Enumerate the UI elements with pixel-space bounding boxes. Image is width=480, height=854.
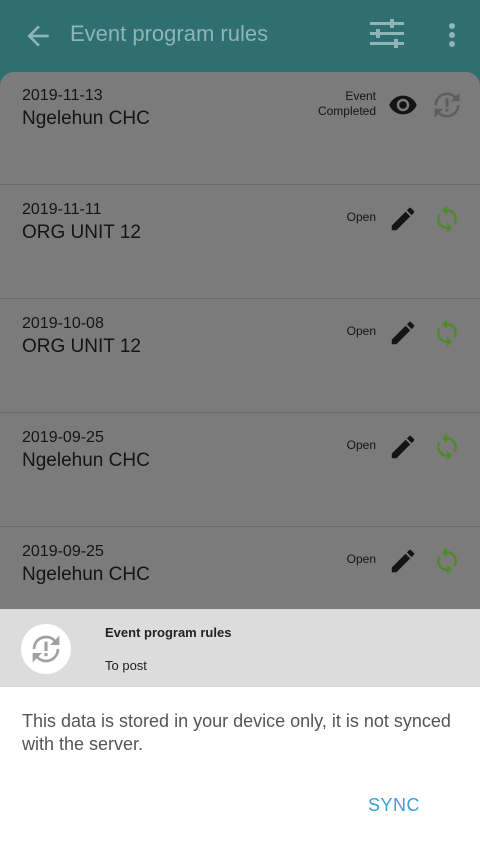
eye-icon[interactable] bbox=[388, 90, 418, 120]
event-status: Open bbox=[346, 552, 376, 566]
event-row[interactable]: 2019-09-25 Ngelehun CHC Open bbox=[0, 414, 480, 527]
sync-button[interactable]: SYNC bbox=[368, 795, 420, 816]
sync-sheet-header: Event program rules To post bbox=[0, 609, 480, 687]
edit-icon[interactable] bbox=[388, 432, 418, 462]
arrow-back-icon[interactable] bbox=[22, 20, 54, 52]
event-status: Open bbox=[346, 438, 376, 452]
event-row[interactable]: 2019-11-11 ORG UNIT 12 Open bbox=[0, 186, 480, 299]
event-date: 2019-11-13 bbox=[22, 87, 103, 104]
event-org-unit: Ngelehun CHC bbox=[22, 564, 150, 585]
event-org-unit: Ngelehun CHC bbox=[22, 108, 150, 129]
event-status-line1: Event bbox=[345, 89, 376, 103]
more-vert-icon[interactable] bbox=[440, 20, 464, 50]
sync-sheet-body: This data is stored in your device only,… bbox=[0, 687, 480, 854]
event-status: Open bbox=[346, 324, 376, 338]
sync-icon[interactable] bbox=[432, 432, 462, 462]
event-org-unit: Ngelehun CHC bbox=[22, 450, 150, 471]
event-list: 2019-11-13 Ngelehun CHC Event Completed … bbox=[0, 72, 480, 612]
sheet-subtitle: To post bbox=[105, 658, 147, 673]
event-row[interactable]: 2019-09-25 Ngelehun CHC Open bbox=[0, 528, 480, 612]
sync-icon[interactable] bbox=[432, 318, 462, 348]
event-date: 2019-09-25 bbox=[22, 543, 104, 560]
event-org-unit: ORG UNIT 12 bbox=[22, 336, 141, 357]
filter-icon[interactable] bbox=[368, 18, 406, 50]
sync-status-badge bbox=[21, 624, 71, 674]
sync-icon[interactable] bbox=[432, 204, 462, 234]
sync-message: This data is stored in your device only,… bbox=[22, 711, 451, 754]
event-row[interactable]: 2019-10-08 ORG UNIT 12 Open bbox=[0, 300, 480, 413]
event-status-line2: Completed bbox=[317, 104, 376, 118]
page-title: Event program rules bbox=[70, 21, 269, 46]
edit-icon[interactable] bbox=[388, 318, 418, 348]
event-status: Event Completed bbox=[318, 89, 376, 119]
event-row[interactable]: 2019-11-13 Ngelehun CHC Event Completed bbox=[0, 72, 480, 185]
event-org-unit: ORG UNIT 12 bbox=[22, 222, 141, 243]
edit-icon[interactable] bbox=[388, 546, 418, 576]
event-date: 2019-09-25 bbox=[22, 429, 104, 446]
sync-icon[interactable] bbox=[432, 546, 462, 576]
event-date: 2019-10-08 bbox=[22, 315, 104, 332]
sync-error-icon bbox=[32, 635, 60, 663]
sheet-title: Event program rules bbox=[105, 625, 232, 640]
sync-error-icon[interactable] bbox=[432, 90, 462, 120]
event-date: 2019-11-11 bbox=[22, 201, 102, 218]
edit-icon[interactable] bbox=[388, 204, 418, 234]
event-status: Open bbox=[346, 210, 376, 224]
